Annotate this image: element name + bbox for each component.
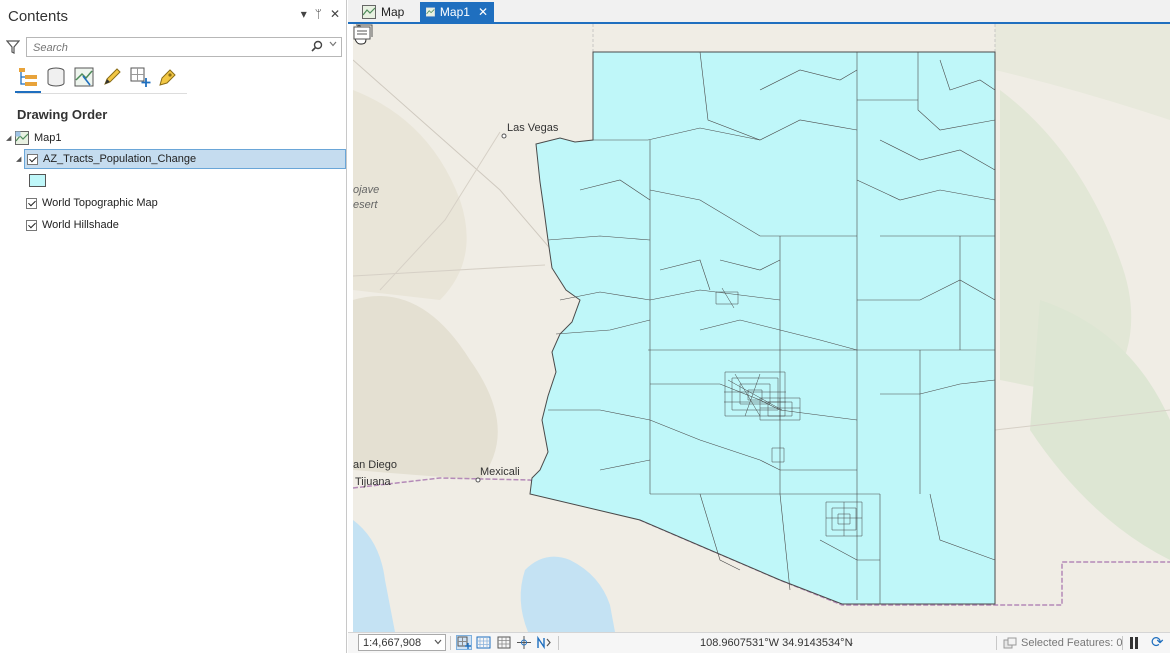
- snapping-toggle-button[interactable]: [456, 635, 472, 650]
- coordinate-format-dropdown-icon[interactable]: ⌄: [847, 637, 855, 648]
- status-tools: [456, 635, 552, 650]
- list-by-drawing-order-icon: [19, 68, 37, 86]
- map-view[interactable]: Las Vegas ojave esert an Diego Tijuana M…: [353, 24, 1170, 632]
- status-separator: [558, 636, 559, 650]
- layer-name-label: World Topographic Map: [42, 197, 158, 209]
- search-icon[interactable]: [311, 40, 323, 52]
- layer-name-label: World Hillshade: [42, 219, 119, 231]
- north-arrow-button[interactable]: [536, 635, 552, 650]
- list-by-editing-icon: [104, 68, 121, 85]
- refresh-icon[interactable]: ⟳: [1151, 635, 1164, 650]
- search-box: [26, 37, 342, 57]
- layer-visibility-checkbox[interactable]: [26, 197, 37, 209]
- map-icon: [426, 7, 435, 17]
- list-by-labeling-button[interactable]: [157, 66, 179, 88]
- list-by-source-button[interactable]: [45, 66, 67, 88]
- grid-toggle-button[interactable]: [476, 635, 492, 650]
- contents-pane: Contents ▾ ᛘ ✕ Search Drawing Order ◢ Ma…: [0, 0, 347, 653]
- rotate-north-icon: [537, 635, 551, 650]
- map-status-bar: 1:4,667,908 108.9607531°W 34.9143534°N ⌄…: [348, 632, 1170, 653]
- map-grid-icon: [476, 636, 491, 649]
- tab-label: Map: [381, 5, 405, 19]
- close-pane-icon[interactable]: ✕: [330, 7, 340, 21]
- toolbar-divider: [17, 93, 187, 94]
- list-by-source-icon: [47, 67, 65, 87]
- section-heading: Drawing Order: [17, 107, 108, 122]
- table-icon: [497, 636, 511, 649]
- coordinate-readout: 108.9607531°W 34.9143534°N: [700, 637, 853, 649]
- city-label-mexicali: Mexicali: [480, 466, 520, 478]
- chevron-down-icon[interactable]: [329, 41, 337, 47]
- crosshair-icon: [517, 636, 531, 649]
- pane-controls: ▾ ᛘ ✕: [301, 7, 340, 21]
- layer-name-label: AZ_Tracts_Population_Change: [43, 153, 197, 165]
- region-label-line: esert: [353, 199, 378, 211]
- status-separator: [450, 636, 451, 650]
- map-icon: [15, 131, 29, 145]
- contents-toolbar: [15, 66, 179, 93]
- selected-features-icon: [1003, 637, 1017, 649]
- layer-visibility-checkbox[interactable]: [27, 153, 38, 165]
- scale-dropdown[interactable]: 1:4,667,908: [358, 634, 446, 651]
- search-row: [6, 37, 343, 59]
- map-icon: [362, 5, 376, 19]
- list-by-snapping-button[interactable]: [129, 66, 151, 88]
- layer-visibility-checkbox[interactable]: [26, 219, 37, 231]
- list-by-selection-button[interactable]: [73, 66, 95, 88]
- scale-value: 1:4,667,908: [363, 636, 422, 649]
- region-label-mojave: ojave esert: [353, 183, 379, 213]
- tree-row-world-hillshade[interactable]: World Hillshade: [26, 215, 119, 235]
- city-label-tijuana: Tijuana: [355, 476, 391, 488]
- filter-icon[interactable]: [6, 40, 20, 54]
- status-separator: [996, 636, 997, 650]
- tree-row-world-topographic-map[interactable]: World Topographic Map: [26, 193, 158, 213]
- list-by-labeling-icon: [159, 69, 176, 86]
- expand-triangle-icon[interactable]: ◢: [16, 155, 25, 163]
- selected-features[interactable]: Selected Features: 0: [1003, 637, 1123, 649]
- layer-symbol-swatch[interactable]: [29, 174, 46, 187]
- tab-label: Map1: [439, 5, 470, 19]
- city-label-las-vegas: Las Vegas: [507, 122, 559, 134]
- search-input[interactable]: [31, 39, 305, 57]
- pane-menu-icon[interactable]: ▾: [301, 7, 307, 21]
- list-by-selection-icon: [74, 67, 94, 87]
- list-by-drawing-order-button[interactable]: [15, 66, 41, 93]
- tab-map1[interactable]: Map1 ✕: [420, 2, 494, 22]
- constraints-button[interactable]: [516, 635, 532, 650]
- chevron-down-icon: [434, 639, 442, 645]
- city-label-san-diego: an Diego: [353, 459, 398, 471]
- map-legend-toggle-icon[interactable]: [353, 24, 373, 42]
- close-tab-icon[interactable]: ✕: [478, 5, 488, 19]
- tree-row-map[interactable]: ◢ Map1: [6, 128, 62, 148]
- tab-map[interactable]: Map: [356, 2, 410, 22]
- map-view-tabs: Map Map1 ✕: [348, 0, 1170, 24]
- snapping-grid-icon: [457, 636, 471, 649]
- expand-triangle-icon[interactable]: ◢: [6, 134, 15, 142]
- table-grid-button[interactable]: [496, 635, 512, 650]
- pause-drawing-icon[interactable]: [1129, 637, 1139, 649]
- pane-title: Contents: [8, 8, 69, 25]
- basemap-and-tracts: [353, 24, 1170, 632]
- map-name-label: Map1: [34, 132, 62, 144]
- status-separator: [1122, 636, 1123, 650]
- auto-hide-pin-icon[interactable]: ᛘ: [315, 7, 322, 21]
- selected-features-count: Selected Features: 0: [1021, 637, 1123, 649]
- list-by-editing-button[interactable]: [101, 66, 123, 88]
- tree-row-az-tracts-layer[interactable]: ◢ AZ_Tracts_Population_Change: [16, 149, 346, 169]
- list-by-snapping-icon: [130, 67, 151, 87]
- region-label-line: ojave: [353, 184, 380, 196]
